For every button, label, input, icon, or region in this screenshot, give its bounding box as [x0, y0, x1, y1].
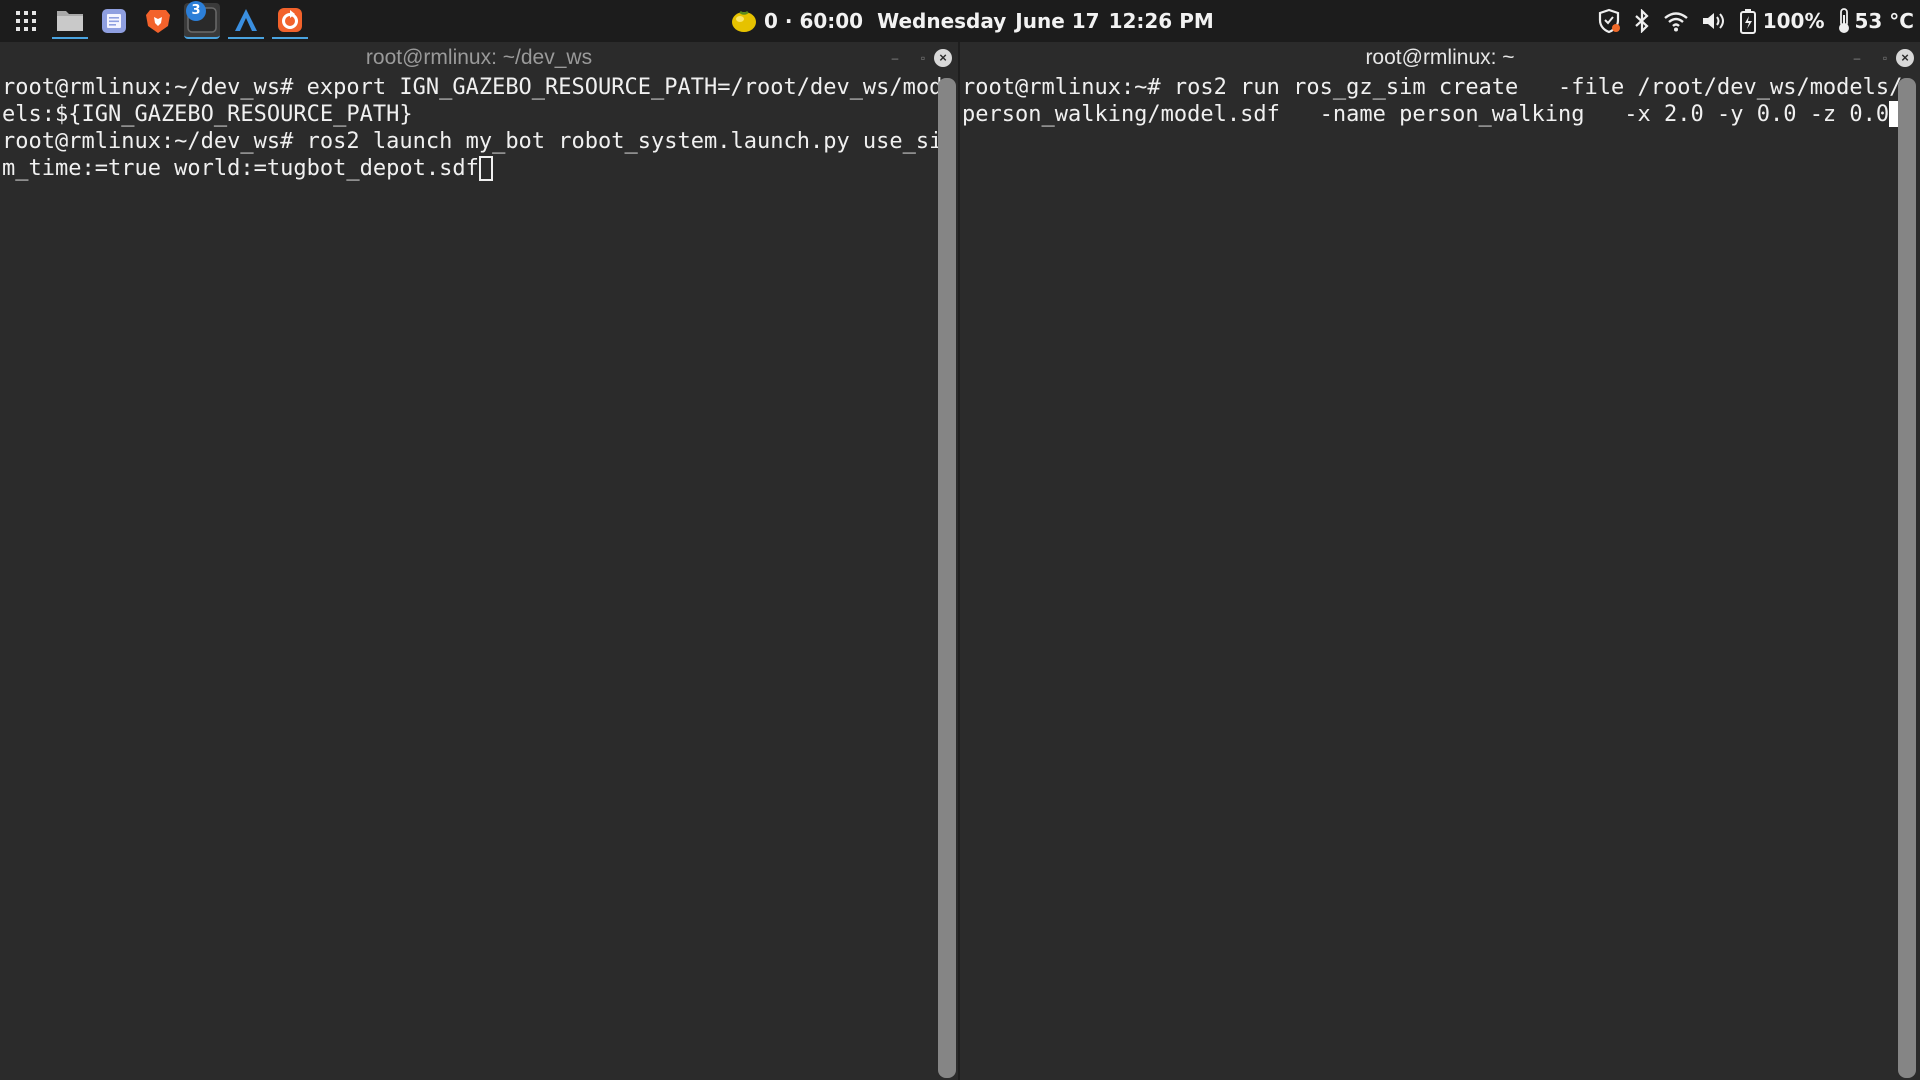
top-panel: 3 0 · 60:00 Wednesday June 17 12:26 PM 1… [0, 0, 1920, 42]
app-grid-icon[interactable] [8, 3, 44, 39]
date-time[interactable]: Wednesday June 17 12:26 PM [877, 9, 1223, 33]
terminal-line: root@rmlinux:~# ros2 run ros_gz_sim crea… [962, 75, 1903, 100]
pomodoro-timer[interactable]: 0 · 60:00 [764, 9, 863, 33]
maximize-button[interactable]: ▫ [912, 47, 934, 69]
scrollbar[interactable] [1898, 78, 1916, 1078]
text-cursor [478, 156, 493, 181]
time-label: 12:26 PM [1108, 9, 1214, 33]
update-icon[interactable] [272, 3, 308, 39]
terminal-line: root@rmlinux:~/dev_ws# ros2 launch my_bo… [2, 129, 943, 154]
text-editor-icon[interactable] [96, 3, 132, 39]
close-button[interactable]: × [1896, 49, 1914, 67]
bluetooth-icon[interactable] [1633, 9, 1651, 33]
terminal-line: person_walking/model.sdf -name person_wa… [962, 102, 1890, 127]
files-icon[interactable] [52, 3, 88, 39]
terminal-titlebar[interactable]: root@rmlinux: ~/dev_ws – ▫ × [0, 42, 958, 74]
brave-browser-icon[interactable] [140, 3, 176, 39]
cpu-temperature: 53 °C [1854, 9, 1914, 33]
terminal-line: m_time:=true world:=tugbot_depot.sdf [2, 156, 479, 181]
window-title: root@rmlinux: ~ [1365, 46, 1515, 69]
pomodoro-icon[interactable] [730, 9, 758, 33]
clock-area[interactable]: 0 · 60:00 Wednesday June 17 12:26 PM [730, 0, 1223, 42]
window-title: root@rmlinux: ~/dev_ws [365, 46, 593, 69]
terminal-window-dev-ws[interactable]: root@rmlinux: ~/dev_ws – ▫ × root@rmlinu… [0, 42, 958, 1080]
volume-icon[interactable] [1701, 10, 1727, 32]
terminal-line: root@rmlinux:~/dev_ws# export IGN_GAZEBO… [2, 75, 943, 100]
terminal-window-home[interactable]: root@rmlinux: ~ – ▫ × root@rmlinux:~# ro… [958, 42, 1920, 1080]
battery-percentage: 100% [1762, 9, 1825, 33]
taskbar-apps: 3 [8, 0, 316, 42]
terminal-output[interactable]: root@rmlinux:~# ros2 run ros_gz_sim crea… [960, 74, 1920, 1080]
battery-icon[interactable] [1739, 8, 1757, 34]
terminal-titlebar[interactable]: root@rmlinux: ~ – ▫ × [960, 42, 1920, 74]
maximize-button[interactable]: ▫ [1874, 47, 1896, 69]
terminal-line: els:${IGN_GAZEBO_RESOURCE_PATH} [2, 102, 413, 127]
shield-icon[interactable] [1597, 8, 1621, 34]
wifi-icon[interactable] [1663, 10, 1689, 32]
day-label: Wednesday [877, 9, 1007, 33]
minimize-button[interactable]: – [1846, 47, 1868, 69]
close-button[interactable]: × [934, 49, 952, 67]
terminal-window-count-badge: 3 [186, 1, 206, 21]
scrollbar[interactable] [938, 78, 956, 1078]
window-controls: – ▫ × [1840, 42, 1914, 74]
thermometer-icon[interactable] [1837, 8, 1851, 34]
terminal-icon[interactable]: 3 [184, 1, 220, 39]
minimize-button[interactable]: – [884, 47, 906, 69]
terminal-output[interactable]: root@rmlinux:~/dev_ws# export IGN_GAZEBO… [0, 74, 958, 1080]
date-label: June 17 [1015, 9, 1100, 33]
window-controls: – ▫ × [878, 42, 952, 74]
system-tray: 100% 53 °C [1585, 0, 1914, 42]
arch-launcher-icon[interactable] [228, 3, 264, 39]
